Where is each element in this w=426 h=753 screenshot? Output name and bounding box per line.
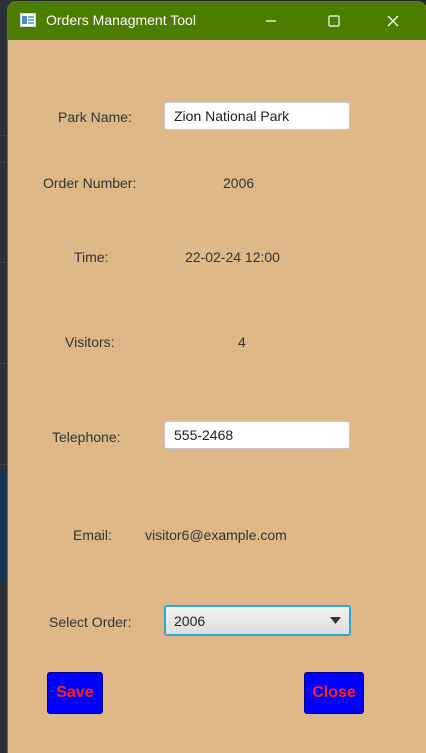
email-label: Email: <box>73 527 112 543</box>
time-value: 22-02-24 12:00 <box>185 249 280 265</box>
minimize-button[interactable] <box>248 2 294 40</box>
visitors-value: 4 <box>238 334 246 350</box>
email-value: visitor6@example.com <box>145 527 287 543</box>
window-title: Orders Managment Tool <box>46 12 196 28</box>
select-order-dropdown[interactable]: 2006 <box>164 605 351 636</box>
maximize-icon <box>328 15 340 27</box>
close-window-button[interactable] <box>370 2 416 40</box>
save-button[interactable]: Save <box>47 672 103 714</box>
chevron-down-icon <box>330 617 341 624</box>
close-icon <box>387 15 399 27</box>
maximize-button[interactable] <box>311 2 357 40</box>
minimize-icon <box>266 20 276 22</box>
select-order-value: 2006 <box>174 613 206 629</box>
close-button[interactable]: Close <box>304 672 364 714</box>
title-bar[interactable]: Orders Managment Tool <box>8 2 426 40</box>
orders-window: Orders Managment Tool Park Name: Order N… <box>8 2 426 753</box>
telephone-label: Telephone: <box>52 429 121 445</box>
select-order-label: Select Order: <box>49 614 132 630</box>
order-number-value: 2006 <box>223 175 255 191</box>
park-name-label: Park Name: <box>58 109 132 125</box>
time-label: Time: <box>74 249 109 265</box>
app-icon <box>20 13 36 27</box>
visitors-label: Visitors: <box>65 334 115 350</box>
order-number-label: Order Number: <box>43 175 137 191</box>
park-name-input[interactable] <box>164 102 350 130</box>
telephone-input[interactable] <box>164 421 350 449</box>
